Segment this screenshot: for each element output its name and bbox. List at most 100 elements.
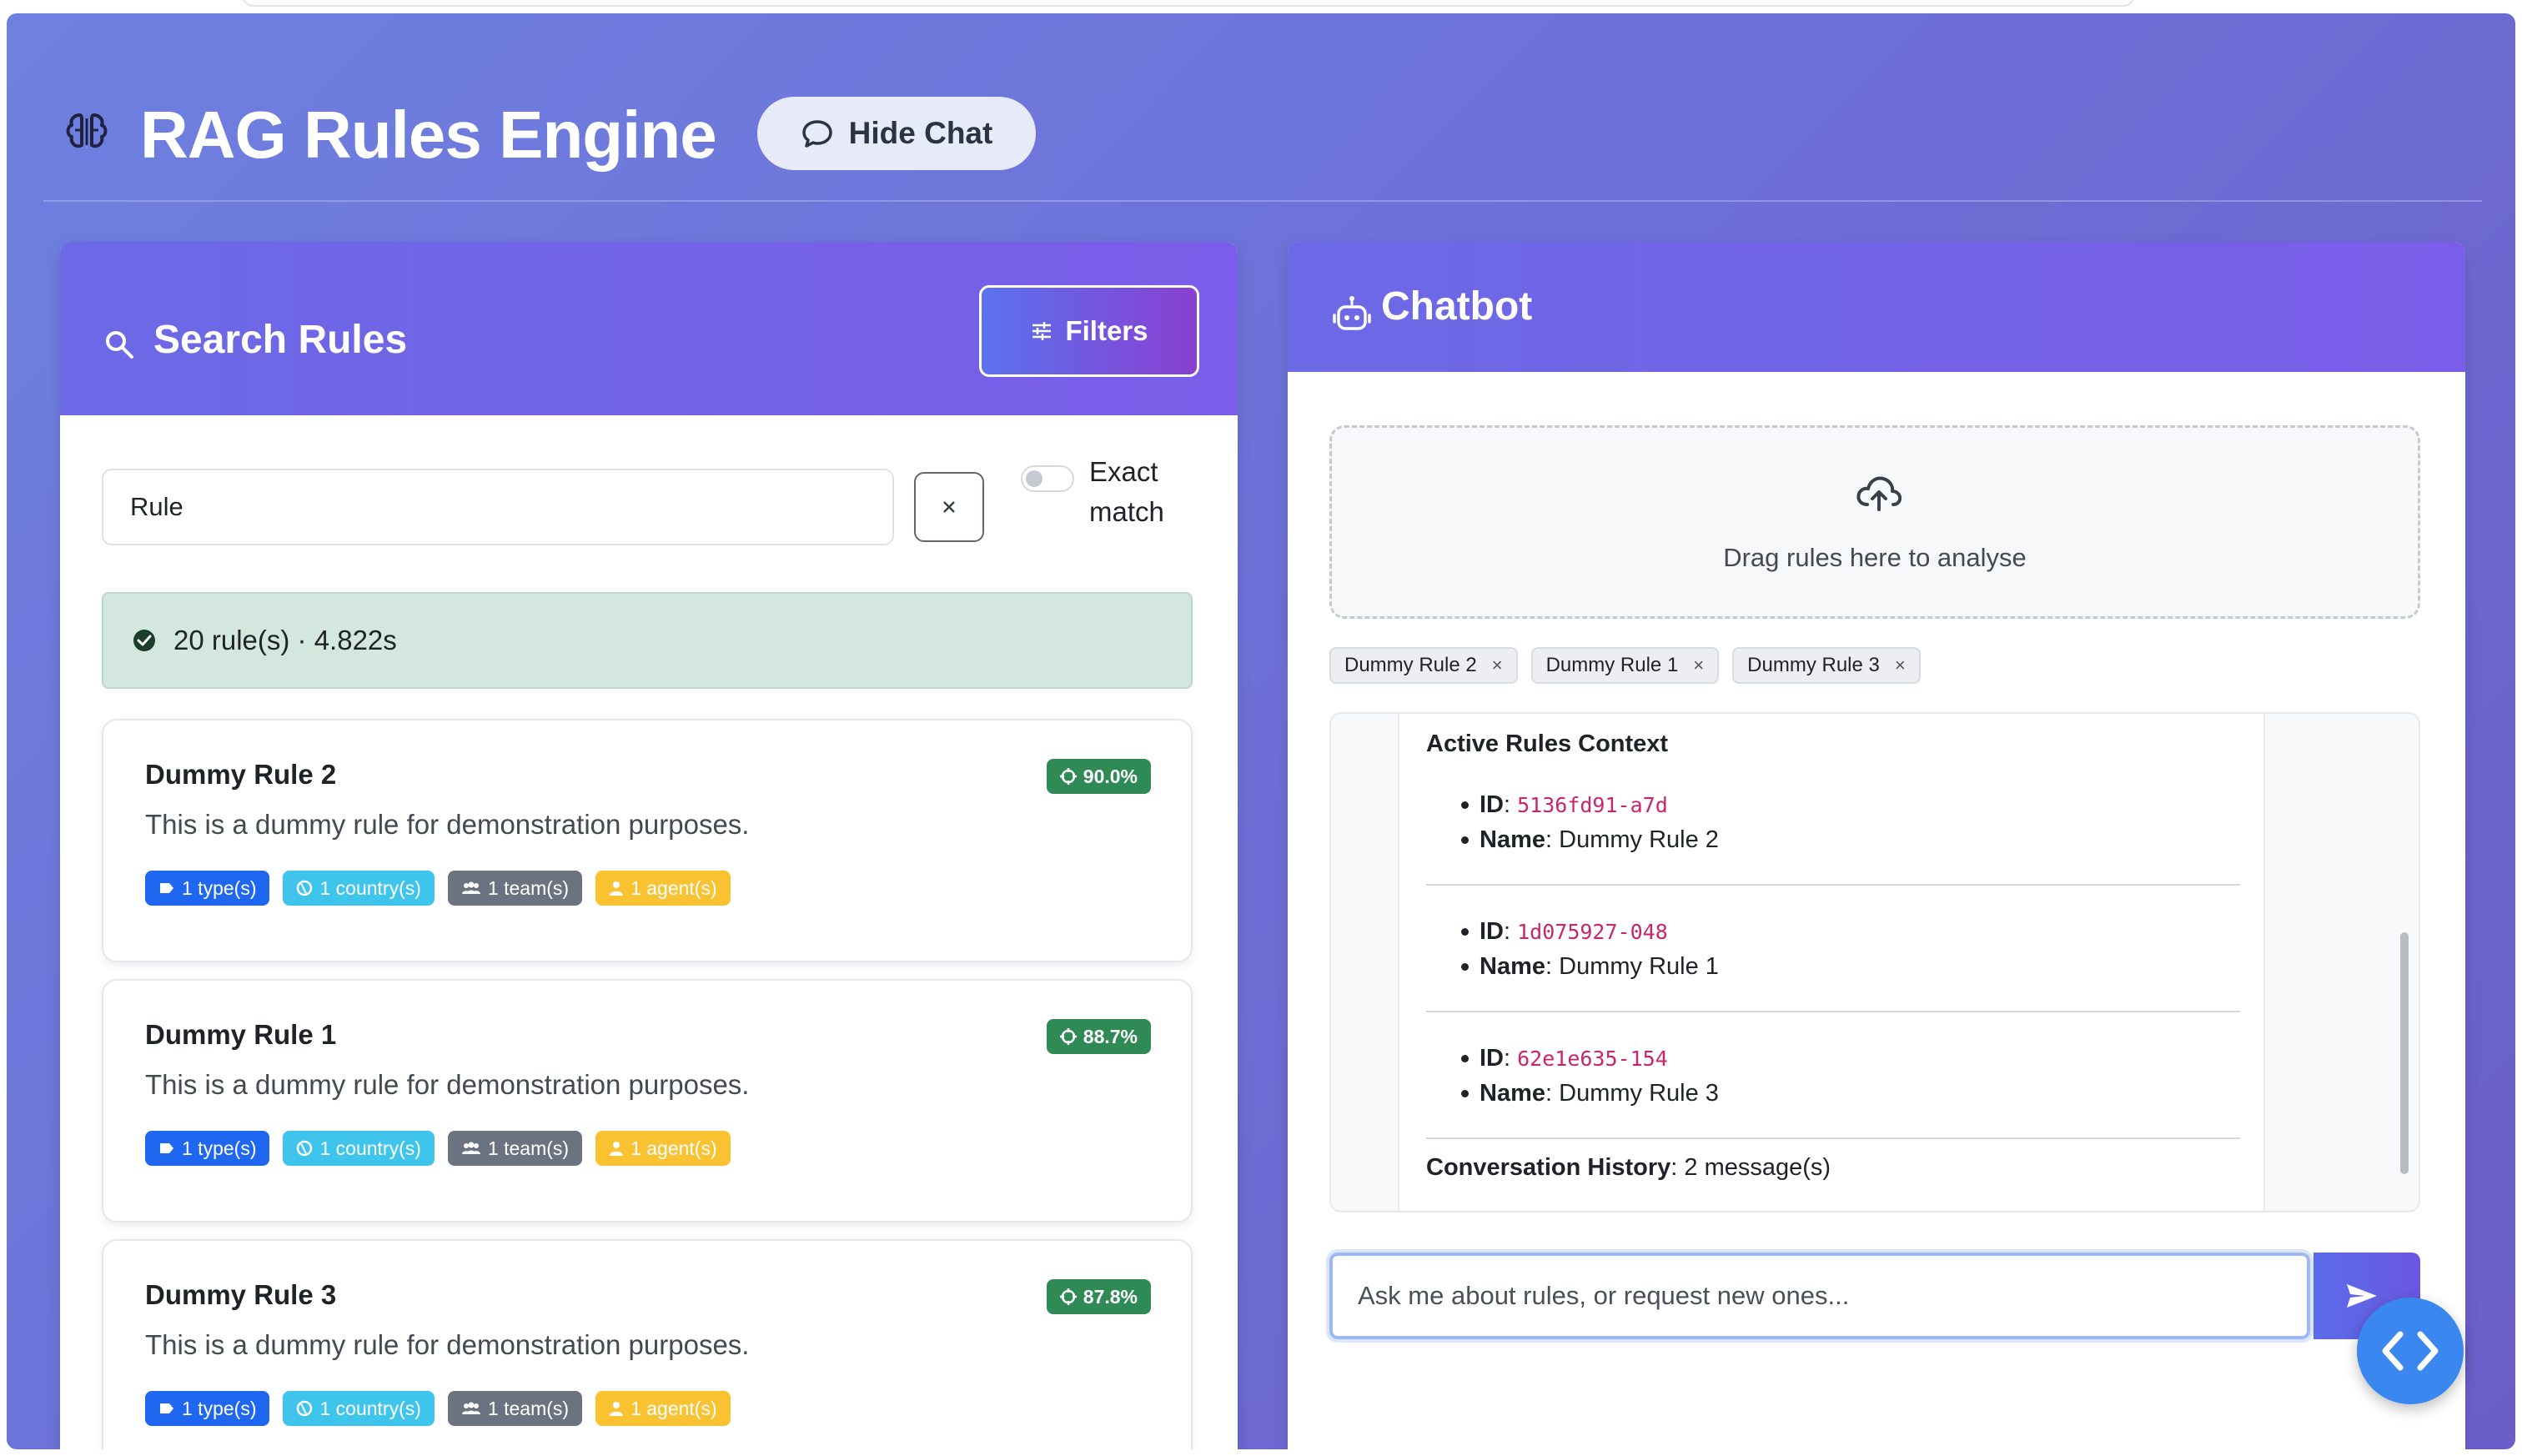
score-value: 88.7% (1083, 1025, 1138, 1047)
remove-chip-icon[interactable]: × (1895, 655, 1906, 676)
brain-icon (66, 113, 108, 148)
rule-tags: 1 type(s) 1 country(s) 1 team(s) 1 agent… (145, 1131, 731, 1166)
name-label: Name (1480, 953, 1545, 980)
rule-chip[interactable]: Dummy Rule 2 × (1329, 647, 1518, 684)
chatbot-panel-header: Chatbot (1288, 242, 2465, 372)
rule-name: Dummy Rule 2 (145, 759, 337, 790)
search-input[interactable]: Rule (102, 469, 894, 545)
toggle-knob (1026, 470, 1042, 487)
scrollbar-thumb[interactable] (2400, 932, 2409, 1174)
remove-chip-icon[interactable]: × (1492, 655, 1503, 676)
app-window: RAG Rules Engine Hide Chat Search Rules (7, 13, 2515, 1449)
robot-icon (1333, 296, 1371, 330)
score-badge: 90.0% (1046, 759, 1151, 794)
rule-chip-label: Dummy Rule 3 (1747, 654, 1880, 676)
id-label: ID (1480, 918, 1504, 945)
context-rule-item: ID: 1d075927-048 Name: Dummy Rule 1 (1426, 914, 2240, 984)
team-tag: 1 team(s) (447, 1391, 583, 1426)
history-label: Conversation History (1426, 1154, 1671, 1181)
check-circle-icon (133, 630, 155, 651)
context-divider (1426, 884, 2240, 886)
search-icon (106, 331, 133, 359)
rule-chip[interactable]: Dummy Rule 1 × (1530, 647, 1720, 684)
exact-match-toggle[interactable] (1021, 465, 1074, 492)
country-tag: 1 country(s) (283, 1131, 435, 1166)
label-icon (160, 1403, 173, 1413)
rule-card[interactable]: Dummy Rule 3 87.8% This is a dummy rule … (102, 1239, 1193, 1449)
history-value: 2 message(s) (1684, 1154, 1831, 1181)
score-value: 90.0% (1083, 765, 1138, 787)
rule-chip-label: Dummy Rule 2 (1344, 654, 1477, 676)
name-label: Name (1480, 1080, 1545, 1107)
agent-tag-label: 1 agent(s) (630, 1397, 717, 1419)
remove-chip-icon[interactable]: × (1693, 655, 1704, 676)
results-status-text: 20 rule(s) · 4.822s (173, 625, 397, 655)
globe-icon (297, 1140, 313, 1157)
target-icon (1059, 1028, 1077, 1045)
results-status: 20 rule(s) · 4.822s (102, 592, 1193, 689)
people-icon (461, 1142, 480, 1154)
person-icon (610, 881, 624, 896)
hide-chat-label: Hide Chat (848, 116, 993, 150)
score-value: 87.8% (1083, 1285, 1138, 1308)
code-toggle-button[interactable] (2357, 1298, 2464, 1404)
rule-dropzone[interactable]: Drag rules here to analyse (1329, 425, 2420, 619)
country-tag-label: 1 country(s) (319, 1397, 421, 1419)
rule-chip[interactable]: Dummy Rule 3 × (1732, 647, 1921, 684)
browser-chrome (0, 0, 2522, 13)
score-badge: 87.8% (1046, 1279, 1151, 1314)
context-id-line: ID: 1d075927-048 (1426, 914, 2240, 949)
context-title: Active Rules Context (1426, 731, 1669, 757)
rule-name-value: Dummy Rule 3 (1559, 1080, 1719, 1107)
rule-id: 5136fd91-a7d (1517, 793, 1668, 817)
team-tag: 1 team(s) (447, 1131, 583, 1166)
context-message: Active Rules Context ID: 5136fd91-a7d Na… (1398, 714, 2265, 1211)
filters-button[interactable]: Filters (979, 285, 1199, 377)
context-rule-item: ID: 62e1e635-154 Name: Dummy Rule 3 (1426, 1041, 2240, 1111)
person-icon (610, 1142, 624, 1156)
conversation-history: Conversation History: 2 message(s) (1426, 1154, 1831, 1181)
type-tag-label: 1 type(s) (182, 1397, 257, 1419)
rule-id: 62e1e635-154 (1517, 1047, 1668, 1071)
person-icon (610, 1402, 624, 1416)
search-panel-header: Search Rules Filters (60, 242, 1238, 415)
send-icon (2347, 1284, 2377, 1308)
label-icon (160, 883, 173, 893)
rule-name: Dummy Rule 1 (145, 1019, 337, 1050)
id-label: ID (1480, 1045, 1504, 1072)
context-name-line: Name: Dummy Rule 1 (1426, 949, 2240, 984)
type-tag: 1 type(s) (145, 1391, 270, 1426)
sliders-icon (1032, 322, 1052, 340)
people-icon (461, 881, 480, 894)
clear-search-button[interactable] (914, 472, 984, 542)
code-icon (2382, 1331, 2439, 1371)
country-tag-label: 1 country(s) (319, 1137, 421, 1159)
search-panel-title: Search Rules (153, 318, 408, 362)
type-tag-label: 1 type(s) (182, 1137, 257, 1159)
chatbot-panel: Chatbot Drag rules here to analyse Dummy… (1288, 242, 2465, 1449)
chat-messages[interactable]: Active Rules Context ID: 5136fd91-a7d Na… (1329, 712, 2420, 1212)
address-bar[interactable] (242, 0, 2135, 7)
type-tag: 1 type(s) (145, 871, 270, 906)
globe-icon (297, 1400, 313, 1417)
context-rule-item: ID: 5136fd91-a7d Name: Dummy Rule 2 (1426, 787, 2240, 857)
rule-card[interactable]: Dummy Rule 1 88.7% This is a dummy rule … (102, 979, 1193, 1223)
team-tag-label: 1 team(s) (487, 1397, 570, 1419)
chatbot-panel-title: Chatbot (1381, 284, 1533, 329)
chat-input[interactable]: Ask me about rules, or request new ones.… (1329, 1253, 2310, 1339)
agent-tag-label: 1 agent(s) (630, 1137, 717, 1159)
rule-card[interactable]: Dummy Rule 2 90.0% This is a dummy rule … (102, 719, 1193, 962)
score-badge: 88.7% (1046, 1019, 1151, 1054)
rule-description: This is a dummy rule for demonstration p… (145, 1329, 750, 1360)
rule-name: Dummy Rule 3 (145, 1279, 337, 1310)
name-label: Name (1480, 826, 1545, 853)
header-divider (43, 200, 2482, 202)
agent-tag-label: 1 agent(s) (630, 876, 717, 899)
rule-description: This is a dummy rule for demonstration p… (145, 809, 750, 840)
hide-chat-button[interactable]: Hide Chat (757, 97, 1036, 170)
app-header: RAG Rules Engine Hide Chat (7, 13, 2515, 202)
rule-id: 1d075927-048 (1517, 920, 1668, 944)
rule-chip-label: Dummy Rule 1 (1545, 654, 1679, 676)
people-icon (461, 1402, 480, 1414)
selected-rules-chips: Dummy Rule 2 × Dummy Rule 1 × Dummy Rule… (1329, 647, 1921, 684)
